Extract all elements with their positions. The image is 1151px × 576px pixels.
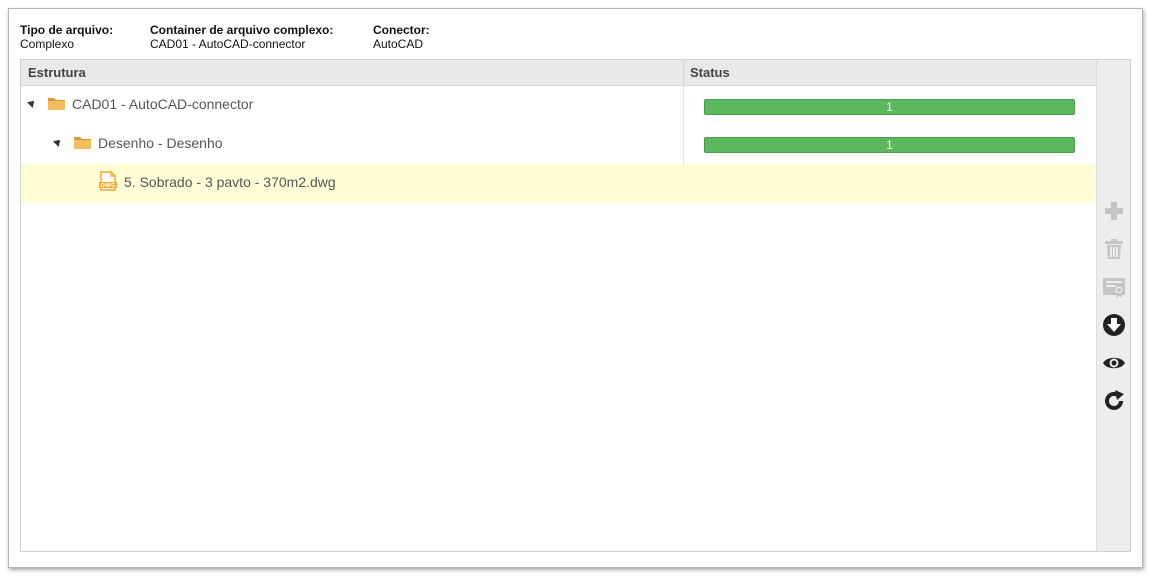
collapse-arrow-icon[interactable] [27,98,37,108]
structure-tree-grid: Estrutura Status CAD01 - AutoCAD-connect… [21,60,1096,551]
view-button[interactable] [1102,351,1126,375]
dwg-file-icon: DWG [99,171,117,191]
eye-icon [1103,357,1125,369]
container-info: Container de arquivo complexo: CAD01 - A… [150,23,333,51]
column-header-status[interactable]: Status [690,65,730,80]
collapse-arrow-icon[interactable] [53,137,63,147]
folder-icon [48,98,65,110]
add-button[interactable] [1102,199,1126,223]
trash-icon [1105,239,1123,259]
tree-node-label[interactable]: Desenho - Desenho [98,135,223,151]
tree-node-label[interactable]: CAD01 - AutoCAD-connector [72,96,253,112]
tree-row[interactable]: CAD01 - AutoCAD-connector 1 [21,86,1096,125]
grid-header: Estrutura Status [21,60,1096,86]
connector-value: AutoCAD [373,37,424,51]
file-type-label: Tipo de arquivo: [20,23,114,37]
certificate-icon [1103,278,1125,298]
tree-node-label[interactable]: 5. Sobrado - 3 pavto - 370m2.dwg [124,174,336,190]
container-label: Container de arquivo complexo: [150,23,334,37]
column-separator [683,60,684,86]
plus-icon [1105,202,1123,220]
download-icon [1103,314,1125,336]
status-progress-bar: 1 [704,99,1075,115]
refresh-button[interactable] [1102,389,1126,413]
delete-button[interactable] [1102,237,1126,261]
column-header-structure[interactable]: Estrutura [28,65,86,80]
tree-row[interactable]: Desenho - Desenho 1 [21,125,1096,164]
container-value: CAD01 - AutoCAD-connector [150,37,306,51]
connector-info: Conector: AutoCAD [373,23,430,51]
refresh-icon [1105,390,1124,410]
folder-icon [74,137,91,149]
file-type-info: Tipo de arquivo: Complexo [20,23,113,51]
action-toolbar [1096,60,1130,551]
dialog-frame: Tipo de arquivo: Complexo Container de a… [8,8,1143,568]
file-type-value: Complexo [20,37,75,51]
download-button[interactable] [1102,313,1126,337]
structure-panel: Estrutura Status CAD01 - AutoCAD-connect… [20,59,1131,552]
dwg-tag: DWG [100,183,116,189]
tree-row-selected[interactable]: DWG 5. Sobrado - 3 pavto - 370m2.dwg [21,164,1096,203]
certificate-button[interactable] [1102,275,1126,299]
status-progress-bar: 1 [704,137,1075,153]
connector-label: Conector: [373,23,430,37]
